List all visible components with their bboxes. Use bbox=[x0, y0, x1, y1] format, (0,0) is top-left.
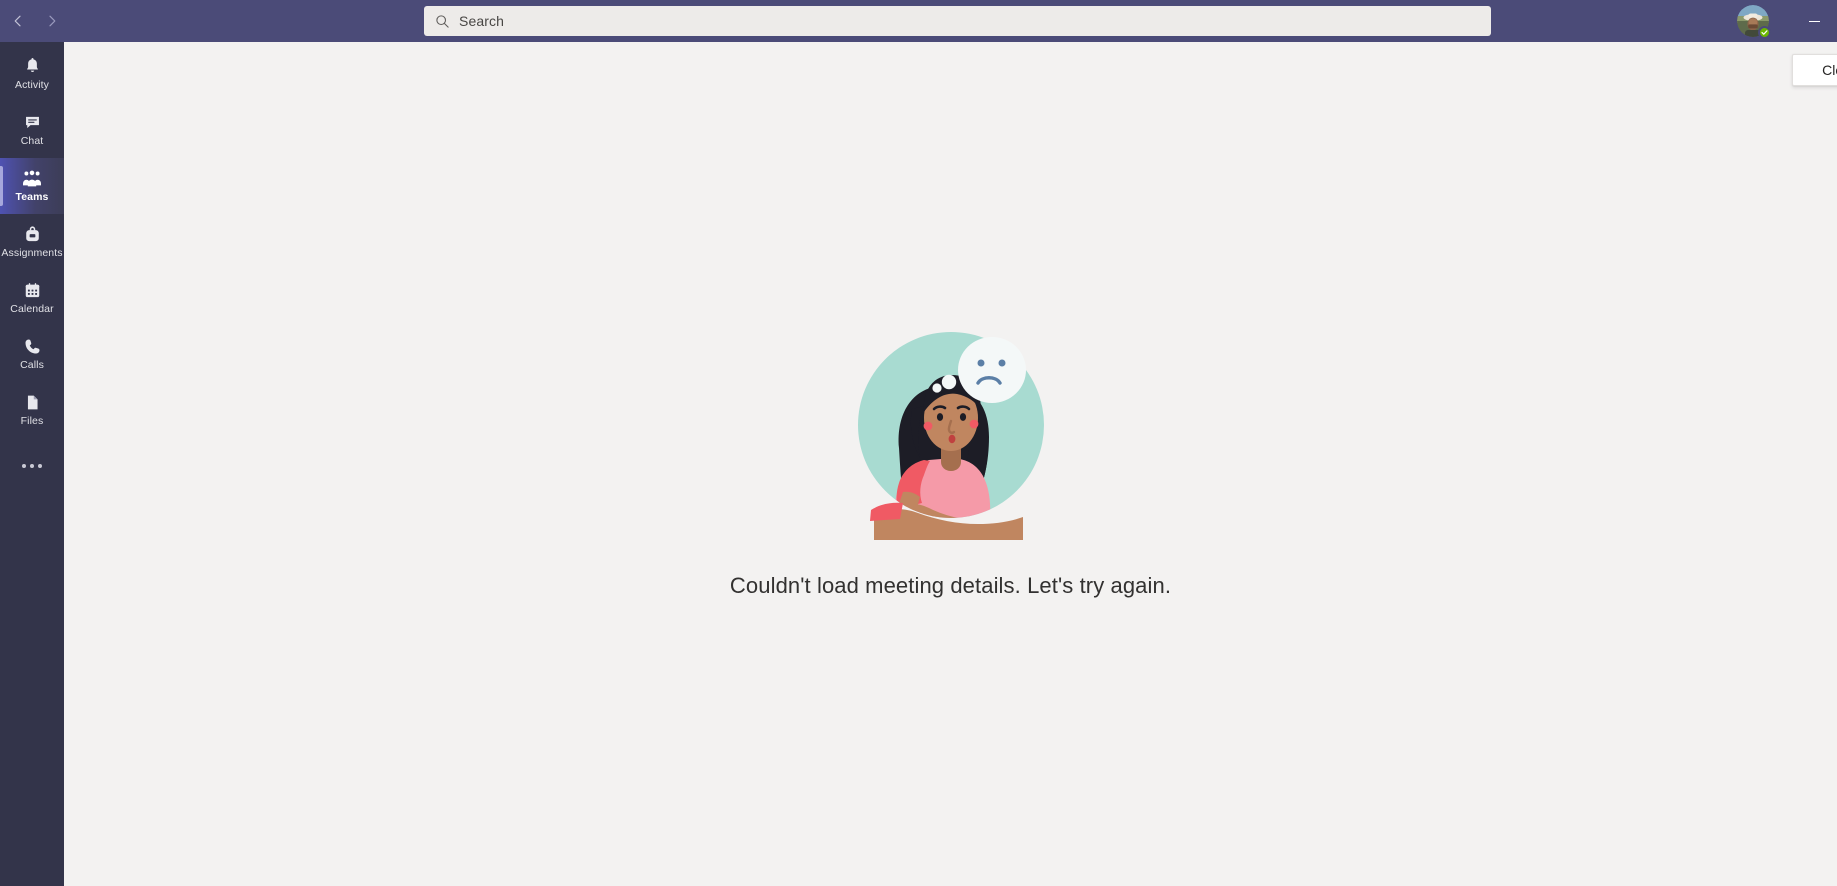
calendar-icon bbox=[22, 281, 42, 301]
file-page-icon bbox=[22, 393, 42, 413]
sidebar-item-files[interactable]: Files bbox=[0, 382, 64, 438]
sidebar-item-teams[interactable]: Teams bbox=[0, 158, 64, 214]
error-empty-state: Couldn't load meeting details. Let's try… bbox=[64, 320, 1837, 601]
avatar[interactable] bbox=[1737, 5, 1771, 39]
sidebar-more-apps-button[interactable] bbox=[0, 442, 64, 490]
title-bar-right-controls bbox=[1737, 0, 1837, 42]
title-bar: Search bbox=[0, 0, 1837, 42]
minimize-icon bbox=[1808, 20, 1820, 22]
phone-icon bbox=[22, 337, 42, 357]
chat-icon bbox=[22, 113, 42, 133]
sidebar-item-assignments[interactable]: Assignments bbox=[0, 214, 64, 270]
search-placeholder: Search bbox=[459, 13, 504, 29]
teams-app-window: Search Activity Chat Teams Assignments C… bbox=[0, 0, 1837, 886]
sidebar-item-label: Files bbox=[20, 414, 44, 427]
sidebar-item-calls[interactable]: Calls bbox=[0, 326, 64, 382]
teams-people-icon bbox=[22, 169, 42, 189]
chevron-left-icon bbox=[10, 13, 26, 29]
confused-person-sad-thought-bubble-illustration bbox=[841, 320, 1061, 540]
bell-icon bbox=[22, 57, 42, 77]
main-content: Close bbox=[64, 42, 1837, 886]
sidebar-item-label: Calendar bbox=[10, 302, 54, 315]
ellipsis-icon bbox=[22, 464, 42, 468]
close-button[interactable]: Close bbox=[1792, 54, 1837, 86]
search-input[interactable]: Search bbox=[424, 6, 1491, 36]
presence-status-badge bbox=[1758, 26, 1771, 39]
back-button[interactable] bbox=[6, 8, 30, 34]
forward-button[interactable] bbox=[40, 8, 64, 34]
sidebar-item-label: Teams bbox=[15, 190, 49, 203]
sidebar-item-chat[interactable]: Chat bbox=[0, 102, 64, 158]
minimize-button[interactable] bbox=[1791, 0, 1837, 42]
backpack-icon bbox=[22, 225, 42, 245]
chevron-right-icon bbox=[44, 13, 60, 29]
sidebar-item-label: Assignments bbox=[1, 246, 63, 259]
search-bar[interactable]: Search bbox=[424, 6, 1491, 36]
sidebar-item-label: Calls bbox=[20, 358, 44, 371]
navigation-arrows bbox=[0, 0, 64, 42]
sidebar-item-label: Chat bbox=[20, 134, 44, 147]
app-rail-sidebar: Activity Chat Teams Assignments Calendar… bbox=[0, 42, 64, 886]
sidebar-item-label: Activity bbox=[14, 78, 50, 91]
error-message: Couldn't load meeting details. Let's try… bbox=[729, 573, 1172, 598]
sidebar-item-activity[interactable]: Activity bbox=[0, 46, 64, 102]
sidebar-item-calendar[interactable]: Calendar bbox=[0, 270, 64, 326]
search-icon bbox=[435, 14, 450, 29]
